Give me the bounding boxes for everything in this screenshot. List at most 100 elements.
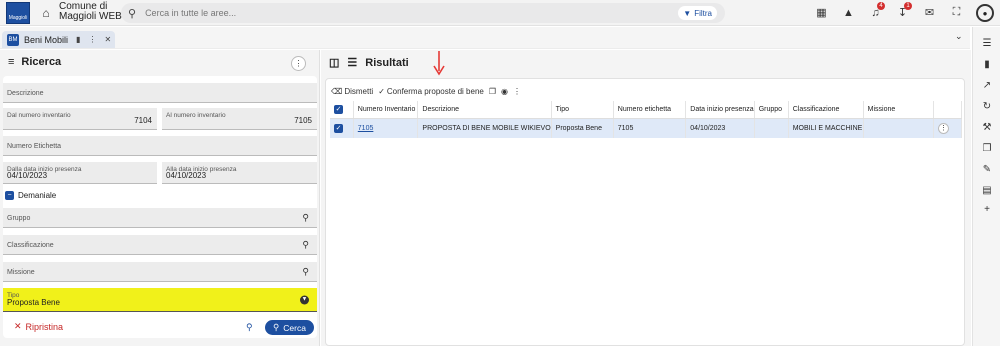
conferma-proposte-button[interactable]: ✓ Conferma proposte di bene — [378, 87, 484, 96]
checkbox-indeterminate-icon[interactable]: − — [5, 191, 14, 200]
inventario-link[interactable]: 7105 — [358, 125, 374, 132]
cell-data-inizio: 04/10/2023 — [685, 118, 755, 138]
search-input[interactable]: Cerca in tutte le aree... — [145, 8, 236, 18]
search-panel-header: ≡ Ricerca — [8, 56, 61, 68]
column-header[interactable]: Classificazione — [788, 101, 864, 119]
right-rail: ☰ ▮ ↗ ↻ ⚒ ❐ ✎ ▤ + — [972, 27, 1000, 346]
checkbox-checked-icon[interactable]: ✓ — [334, 123, 343, 133]
search-icon[interactable]: ⚲ — [302, 239, 309, 250]
alla-data-field[interactable]: Alla data inizio presenza 04/10/2023 — [162, 162, 317, 184]
row-select-cell[interactable]: ✓ — [330, 118, 354, 138]
missione-field[interactable]: Missione ⚲ — [3, 262, 317, 282]
tab-beni-mobili[interactable]: BM Beni Mobili ▮ ⋮ ✕ — [2, 31, 115, 48]
check-icon: ✓ — [378, 86, 385, 96]
notifications-badge: 4 — [877, 2, 885, 10]
document-icon[interactable]: ▤ — [981, 184, 993, 196]
table-row[interactable]: ✓ 7105 PROPOSTA DI BENE MOBILE WIKIEVO P… — [330, 118, 962, 138]
dal-numero-inventario-field[interactable]: Dal numero inventario 7104 — [3, 108, 157, 130]
table-header-row: ✓ Numero Inventario Descrizione Tipo Num… — [330, 101, 962, 119]
trend-icon[interactable]: ↗ — [981, 79, 993, 91]
dismetti-button[interactable]: ⌫ Dismetti — [331, 87, 373, 96]
app-logo[interactable]: Maggioli — [6, 2, 30, 24]
top-icons: ▦ ▲ ♫ 4 ↧ 1 ✉ ⛶ — [812, 2, 966, 22]
column-header[interactable]: Missione — [863, 101, 935, 119]
chevron-down-icon[interactable]: ▼ — [300, 295, 309, 304]
al-numero-inventario-field[interactable]: Al numero inventario 7105 — [162, 108, 317, 130]
download-icon[interactable]: ↧ 1 — [893, 2, 912, 22]
classificazione-field[interactable]: Classificazione ⚲ — [3, 235, 317, 255]
cell-numero-inventario[interactable]: 7105 — [353, 118, 419, 138]
cell-numero-etichetta: 7105 — [613, 118, 687, 138]
search-button[interactable]: ⚲ Cerca — [265, 320, 314, 335]
plus-icon[interactable]: + — [981, 203, 993, 215]
numero-etichetta-field[interactable]: Numero Etichetta — [3, 136, 317, 156]
filter-icon: ▼ — [683, 8, 692, 18]
dalla-data-field[interactable]: Dalla data inizio presenza 04/10/2023 — [3, 162, 157, 184]
search-panel-title: Ricerca — [21, 56, 62, 68]
more-icon[interactable]: ⋮ — [513, 87, 521, 96]
search-icon: ⚲ — [273, 322, 280, 332]
select-all-cell[interactable]: ✓ — [330, 101, 354, 119]
list-icon[interactable]: ☰ — [981, 37, 993, 49]
cell-classificazione: MOBILI E MACCHINE — [788, 118, 864, 138]
list-icon: ☰ — [347, 57, 358, 69]
history-icon[interactable]: ↻ — [981, 100, 993, 112]
panel-toggle-icon[interactable]: ◫ — [329, 56, 339, 69]
top-bar: Maggioli ⌂ Comune di Maggioli WEB ⚲ Cerc… — [0, 0, 1000, 26]
module-icon: BM — [7, 33, 19, 46]
results-header: ◫ ☰ Risultati — [329, 56, 409, 70]
column-header[interactable]: Tipo — [551, 101, 614, 119]
eye-icon[interactable]: ◉ — [501, 87, 508, 96]
row-menu-icon[interactable]: ⋮ — [938, 122, 950, 134]
fullscreen-icon[interactable]: ⛶ — [947, 3, 966, 22]
dismiss-icon: ⌫ — [331, 86, 343, 96]
search-icon[interactable]: ⚲ — [302, 212, 309, 223]
cell-gruppo — [754, 118, 789, 138]
dashboard-icon[interactable]: ▦ — [812, 3, 831, 22]
book-icon[interactable]: ▮ — [981, 58, 993, 70]
bookmark-icon[interactable]: ▮ — [76, 35, 80, 44]
mail-icon[interactable]: ✉ — [920, 3, 939, 22]
reset-button[interactable]: ✕ Ripristina — [14, 321, 63, 332]
tipo-select[interactable]: Tipo Proposta Bene ▼ — [3, 288, 317, 312]
cell-row-actions: ⋮ — [933, 118, 962, 138]
tab-menu-icon[interactable]: ⋮ — [88, 35, 96, 44]
cell-missione — [863, 118, 935, 138]
gruppo-field[interactable]: Gruppo ⚲ — [3, 208, 317, 228]
search-form: Descrizione Dal numero inventario 7104 A… — [3, 76, 317, 338]
tab-bar: BM Beni Mobili ▮ ⋮ ✕ — [0, 27, 970, 49]
column-header[interactable]: Gruppo — [754, 101, 789, 119]
search-actions: ✕ Ripristina ⚲ ⚲ Cerca — [3, 316, 317, 338]
cell-tipo: Proposta Bene — [551, 118, 614, 138]
chevron-down-icon[interactable]: ⌄ — [955, 31, 963, 42]
results-table: ✓ Numero Inventario Descrizione Tipo Num… — [330, 101, 962, 138]
downloads-badge: 1 — [904, 2, 912, 10]
checkbox-checked-icon[interactable]: ✓ — [334, 104, 343, 114]
filter-button[interactable]: ▼ Filtra — [678, 6, 717, 20]
account-icon[interactable]: ● — [976, 4, 994, 22]
search-icon[interactable]: ⚲ — [302, 266, 309, 277]
copy-icon[interactable]: ❐ — [981, 142, 993, 154]
column-header[interactable]: Descrizione — [417, 101, 552, 119]
descrizione-field[interactable]: Descrizione — [3, 83, 317, 103]
demaniale-checkbox[interactable]: − Demaniale — [5, 191, 56, 200]
search-panel-menu-icon[interactable]: ⋮ — [291, 56, 306, 71]
close-icon[interactable]: ✕ — [104, 35, 111, 44]
column-header[interactable]: Data inizio presenza — [685, 101, 755, 119]
home-icon[interactable]: ⌂ — [38, 5, 54, 21]
results-title: Risultati — [365, 56, 409, 69]
column-header[interactable]: Numero Inventario — [353, 101, 419, 119]
column-header[interactable]: Numero etichetta — [613, 101, 687, 119]
warning-icon[interactable]: ▲ — [839, 3, 858, 22]
search-filter-icon: ≡ — [8, 56, 15, 68]
tools-icon[interactable]: ⚒ — [981, 121, 993, 133]
global-search[interactable]: ⚲ Cerca in tutte le aree... ▼ Filtra — [121, 3, 725, 23]
copy-icon[interactable]: ❐ — [489, 87, 496, 96]
edit-doc-icon[interactable]: ✎ — [981, 163, 993, 175]
results-panel: ◫ ☰ Risultati ⌫ Dismetti ✓ Conferma prop… — [321, 50, 971, 346]
column-header-actions — [933, 101, 962, 119]
bell-icon[interactable]: ♫ 4 — [866, 2, 885, 22]
brand-title[interactable]: Comune di Maggioli WEB — [59, 2, 122, 22]
annotation-arrow-icon — [433, 51, 445, 76]
zoom-icon[interactable]: ⚲ — [246, 322, 253, 333]
